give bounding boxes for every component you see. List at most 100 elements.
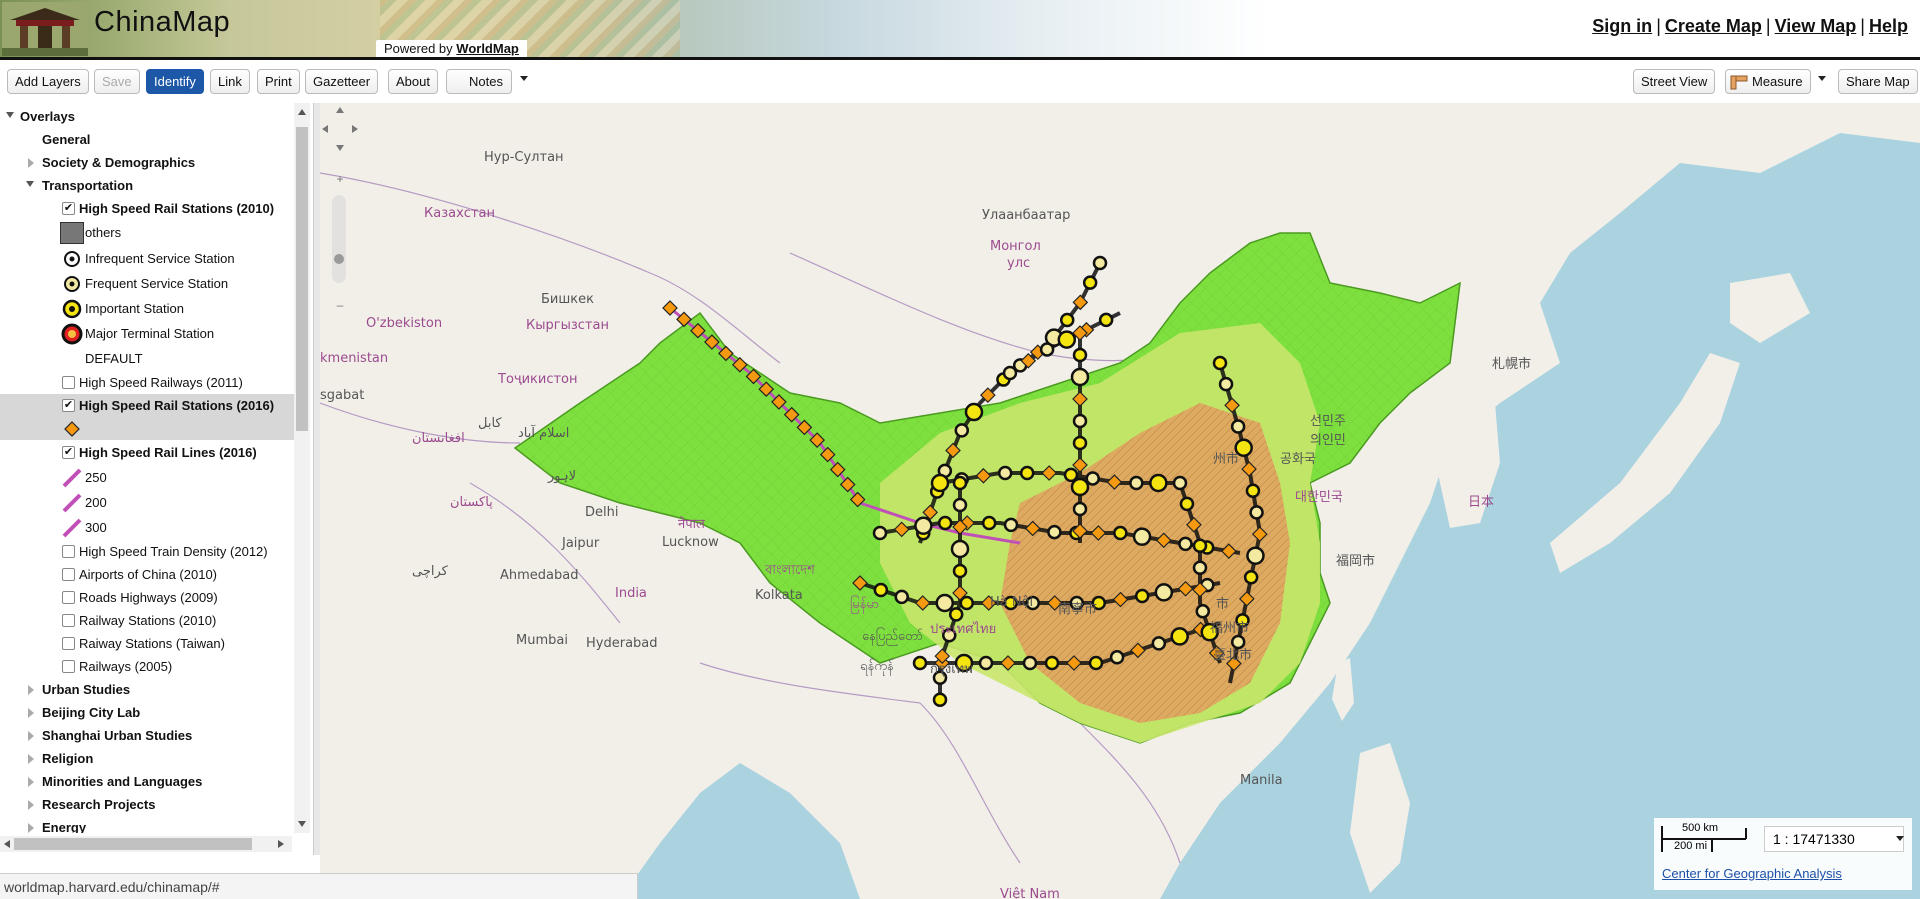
station-circle-marker[interactable] — [1092, 255, 1108, 271]
add-layers-button[interactable]: Add Layers — [7, 69, 89, 94]
notes-button[interactable]: Notes — [446, 69, 512, 94]
tree-horizontal-scrollbar[interactable] — [0, 836, 292, 852]
tree-node-energy[interactable]: Energy — [0, 816, 294, 833]
collapsed-arrow-icon[interactable] — [28, 800, 34, 810]
station-circle-marker[interactable] — [1151, 636, 1167, 651]
help-link[interactable]: Help — [1869, 16, 1908, 36]
station-circle-marker[interactable] — [1085, 471, 1100, 486]
tree-node-society[interactable]: Society & Demographics — [0, 151, 294, 174]
scrollbar-thumb[interactable] — [14, 838, 252, 850]
layer-railway-stations-2010[interactable]: Railway Stations (2010) — [0, 609, 294, 632]
station-circle-marker[interactable] — [1192, 560, 1208, 576]
tree-node-shanghai-urban[interactable]: Shanghai Urban Studies — [0, 724, 294, 747]
station-circle-marker[interactable] — [1195, 604, 1211, 619]
station-circle-marker[interactable] — [1246, 546, 1265, 565]
collapsed-arrow-icon[interactable] — [28, 708, 34, 718]
station-circle-marker[interactable] — [1039, 342, 1055, 357]
scale-ratio-select[interactable]: 1 : 17471330 — [1764, 826, 1904, 852]
collapsed-arrow-icon[interactable] — [28, 777, 34, 787]
station-circle-marker[interactable] — [1070, 477, 1090, 497]
station-circle-marker[interactable] — [954, 423, 970, 438]
layer-checkbox[interactable] — [62, 660, 75, 673]
layer-train-density-2012[interactable]: High Speed Train Density (2012) — [0, 540, 294, 563]
share-map-button[interactable]: Share Map — [1838, 69, 1918, 94]
scrollbar-thumb[interactable] — [296, 127, 308, 431]
gazetteer-button[interactable]: Gazetteer — [305, 69, 379, 94]
about-button[interactable]: About — [388, 69, 438, 94]
tree-node-general[interactable]: General — [0, 128, 294, 151]
layer-checkbox[interactable]: ✔ — [62, 446, 75, 459]
layer-railway-stations-taiwan[interactable]: Raiway Stations (Taiwan) — [0, 632, 294, 655]
expanded-arrow-icon[interactable] — [6, 112, 14, 118]
layer-checkbox[interactable] — [62, 614, 75, 627]
station-circle-marker[interactable] — [1192, 538, 1208, 554]
view-map-link[interactable]: View Map — [1775, 16, 1857, 36]
tree-node-overlays[interactable]: Overlays — [0, 105, 294, 128]
station-circle-marker[interactable] — [950, 539, 970, 559]
station-circle-marker[interactable] — [1082, 275, 1098, 290]
station-circle-marker[interactable] — [959, 595, 975, 611]
station-circle-marker[interactable] — [981, 515, 997, 531]
scroll-right-icon[interactable] — [278, 840, 284, 848]
station-circle-marker[interactable] — [1170, 627, 1189, 646]
sign-in-link[interactable]: Sign in — [1592, 16, 1652, 36]
station-circle-marker[interactable] — [1132, 527, 1152, 546]
scroll-left-icon[interactable] — [4, 840, 10, 848]
station-circle-marker[interactable] — [1149, 473, 1168, 493]
layer-hsr-stations-2016[interactable]: ✔ High Speed Rail Stations (2016) — [0, 394, 294, 417]
station-circle-marker[interactable] — [894, 589, 909, 605]
station-circle-marker[interactable] — [1178, 536, 1193, 552]
tree-node-research-projects[interactable]: Research Projects — [0, 793, 294, 816]
expanded-arrow-icon[interactable] — [26, 181, 34, 187]
station-circle-marker[interactable] — [1059, 312, 1075, 328]
layer-checkbox[interactable] — [62, 545, 75, 558]
save-button[interactable]: Save — [94, 69, 140, 94]
station-circle-marker[interactable] — [1212, 355, 1228, 371]
station-circle-marker[interactable] — [1070, 367, 1090, 387]
scale-dropdown-icon[interactable] — [1896, 836, 1904, 841]
station-circle-marker[interactable] — [1154, 583, 1174, 602]
station-circle-marker[interactable] — [952, 475, 968, 491]
station-circle-marker[interactable] — [1072, 501, 1088, 517]
layer-hsr-stations-2010[interactable]: ✔ High Speed Rail Stations (2010) — [0, 197, 294, 220]
tree-vertical-scrollbar[interactable] — [294, 103, 310, 833]
attribution-link[interactable]: Center for Geographic Analysis — [1662, 866, 1842, 881]
station-circle-marker[interactable] — [1019, 465, 1035, 481]
layer-checkbox[interactable] — [62, 376, 75, 389]
layer-railways-2005[interactable]: Railways (2005) — [0, 655, 294, 678]
notes-dropdown-icon[interactable] — [520, 76, 528, 81]
station-circle-marker[interactable] — [932, 692, 948, 708]
collapsed-arrow-icon[interactable] — [28, 158, 34, 168]
tree-node-urban-studies[interactable]: Urban Studies — [0, 678, 294, 701]
station-circle-marker[interactable] — [1047, 524, 1062, 540]
station-circle-marker[interactable] — [1179, 496, 1195, 512]
pan-right-icon[interactable] — [352, 125, 358, 133]
collapsed-arrow-icon[interactable] — [28, 754, 34, 764]
station-circle-marker[interactable] — [1113, 525, 1128, 541]
tree-node-transportation[interactable]: Transportation — [0, 174, 294, 197]
station-circle-marker[interactable] — [1249, 505, 1264, 520]
station-circle-marker[interactable] — [1129, 475, 1144, 491]
station-circle-marker[interactable] — [1098, 312, 1114, 328]
station-circle-marker[interactable] — [912, 655, 928, 671]
station-circle-marker[interactable] — [997, 465, 1013, 481]
station-circle-marker[interactable] — [1134, 588, 1150, 604]
create-map-link[interactable]: Create Map — [1665, 16, 1762, 36]
print-button[interactable]: Print — [257, 69, 300, 94]
station-circle-marker[interactable] — [1072, 347, 1088, 363]
station-circle-marker[interactable] — [1044, 655, 1060, 671]
station-circle-marker[interactable] — [1072, 413, 1088, 429]
station-circle-marker[interactable] — [1057, 330, 1077, 349]
station-circle-marker[interactable] — [952, 563, 968, 579]
station-circle-marker[interactable] — [1072, 435, 1088, 451]
identify-button[interactable]: Identify — [146, 69, 204, 94]
station-circle-marker[interactable] — [1243, 570, 1259, 585]
tree-node-beijing-city-lab[interactable]: Beijing City Lab — [0, 701, 294, 724]
layer-hsr-railways-2011[interactable]: High Speed Railways (2011) — [0, 371, 294, 394]
zoom-in-icon[interactable]: + — [336, 172, 343, 186]
scroll-down-icon[interactable] — [298, 821, 306, 827]
station-circle-marker[interactable] — [964, 402, 984, 422]
station-circle-marker[interactable] — [1088, 655, 1104, 671]
station-circle-marker[interactable] — [914, 516, 933, 536]
collapsed-arrow-icon[interactable] — [28, 731, 34, 741]
